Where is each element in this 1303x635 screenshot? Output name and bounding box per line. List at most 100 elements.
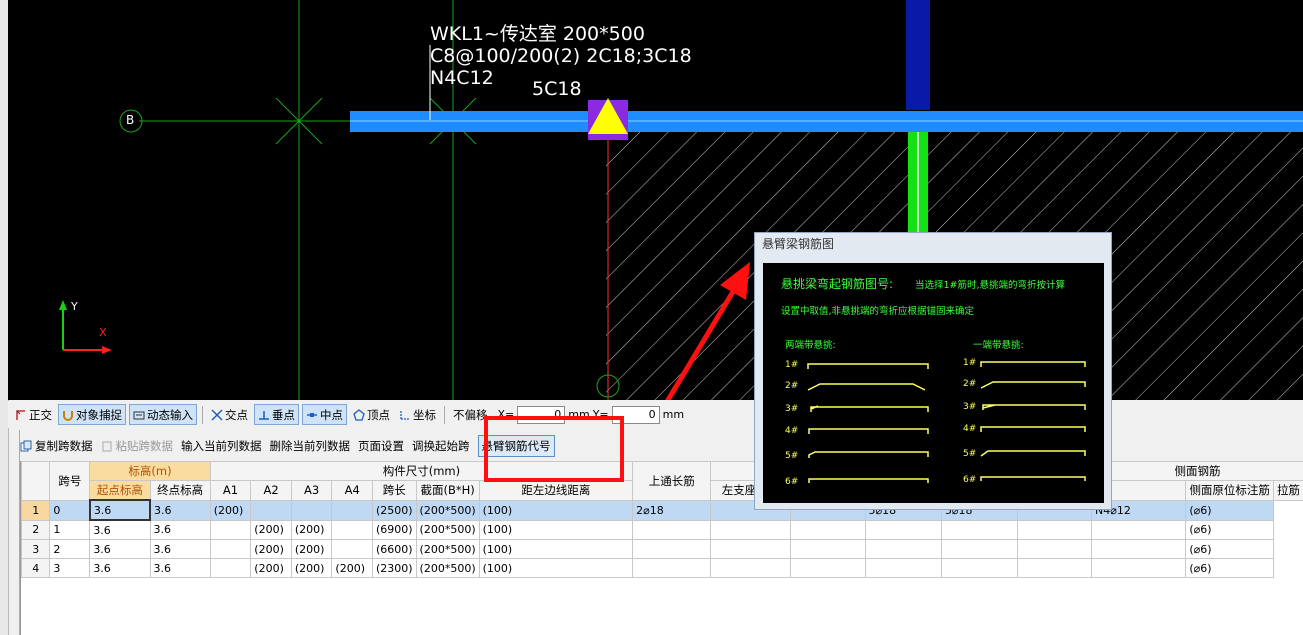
cell-span-length[interactable]: (6900)	[371, 519, 417, 540]
header-side-orig[interactable]: 侧面原位标注筋	[1185, 480, 1274, 501]
copy-span-button[interactable]: 复制跨数据	[20, 436, 93, 456]
ucs-y-arrow	[59, 300, 67, 310]
cell-c1[interactable]	[864, 558, 942, 578]
cell-section[interactable]: (200*500)	[415, 499, 480, 521]
cell-a2[interactable]: (200)	[250, 558, 292, 578]
header-a4[interactable]: A4	[331, 480, 373, 501]
vertex-label: 顶点	[367, 407, 390, 422]
header-section[interactable]: 截面(B*H)	[415, 480, 480, 501]
vertex-button[interactable]: 顶点	[350, 404, 393, 425]
row-number: 2	[20, 519, 51, 540]
header-a2[interactable]: A2	[250, 480, 292, 501]
cell-c1[interactable]	[864, 519, 942, 540]
cell-side-n[interactable]	[1091, 539, 1187, 559]
swap-start-span-button[interactable]: 调换起始跨	[412, 436, 470, 456]
table-row[interactable]: 2 1 3.6 3.6 (200) (200) (6900) (200*500)…	[20, 519, 1303, 540]
midpoint-button[interactable]: 中点	[302, 404, 347, 425]
cell-a4[interactable]	[331, 499, 373, 521]
cell-start-elev[interactable]: 3.6	[88, 499, 152, 521]
cell-kua[interactable]	[789, 558, 866, 578]
coordinate-button[interactable]: 坐标	[396, 404, 439, 425]
rebar-shape-3r	[982, 404, 1086, 410]
cell-c1[interactable]	[864, 539, 942, 559]
cell-c3[interactable]	[1017, 558, 1093, 578]
cell-span-length[interactable]: (2500)	[371, 499, 417, 521]
paste-span-button[interactable]: 粘贴跨数据	[101, 436, 173, 456]
cell-kua[interactable]	[789, 519, 866, 540]
cell-a3[interactable]: (200)	[290, 539, 333, 559]
cell-side-n[interactable]	[1091, 558, 1187, 578]
rebar-shape-4	[808, 428, 929, 434]
cell-span[interactable]: 0	[49, 499, 91, 521]
cell-c3[interactable]	[1017, 519, 1093, 540]
header-start-elev[interactable]: 起点标高	[89, 480, 151, 501]
cell-a2[interactable]: (200)	[250, 519, 292, 540]
cell-section[interactable]: (200*500)	[415, 519, 480, 540]
cell-tie[interactable]: (⌀6)	[1185, 499, 1274, 521]
cell-tie[interactable]: (⌀6)	[1185, 519, 1274, 540]
cell-a1[interactable]	[209, 519, 252, 540]
cell-start-elev[interactable]: 3.6	[89, 519, 151, 540]
cell-a4[interactable]	[331, 539, 373, 559]
cell-dist[interactable]: (100)	[478, 558, 634, 578]
cell-left-seat[interactable]	[710, 558, 791, 578]
cell-end-elev[interactable]: 3.6	[149, 499, 211, 521]
cell-dist[interactable]: (100)	[478, 539, 634, 559]
cell-a3[interactable]: (200)	[290, 519, 333, 540]
cell-dist[interactable]: (100)	[478, 519, 634, 540]
cell-c3[interactable]	[1017, 539, 1093, 559]
cell-span[interactable]: 1	[49, 519, 91, 540]
header-a1[interactable]: A1	[209, 480, 252, 501]
cell-dist[interactable]: (100)	[478, 499, 634, 521]
header-end-elev[interactable]: 终点标高	[149, 480, 211, 501]
cell-a3[interactable]: (200)	[290, 558, 333, 578]
cell-side-n[interactable]	[1091, 519, 1187, 540]
cell-section[interactable]: (200*500)	[415, 539, 480, 559]
cell-a3[interactable]	[290, 499, 333, 521]
header-span-length[interactable]: 跨长	[371, 480, 417, 501]
cell-a1[interactable]	[209, 558, 252, 578]
cell-span-length[interactable]: (2300)	[371, 558, 417, 578]
beam-label-side: N4C12	[430, 67, 494, 89]
cell-left-seat[interactable]	[710, 539, 791, 559]
header-a3[interactable]: A3	[290, 480, 333, 501]
cell-kua[interactable]	[789, 539, 866, 559]
cell-a2[interactable]: (200)	[250, 539, 292, 559]
cell-c2[interactable]	[940, 558, 1019, 578]
cell-end-elev[interactable]: 3.6	[149, 539, 211, 559]
cell-start-elev[interactable]: 3.6	[89, 539, 151, 559]
cell-span[interactable]: 3	[49, 558, 91, 578]
perpendicular-button[interactable]: 垂点	[254, 404, 299, 425]
header-tie[interactable]: 拉筋	[1273, 480, 1303, 501]
header-dist[interactable]: 距左边线距离	[478, 480, 634, 501]
cell-top-through[interactable]: 2⌀18	[632, 499, 712, 521]
cell-left-seat[interactable]	[710, 519, 791, 540]
cell-span-length[interactable]: (6600)	[371, 539, 417, 559]
cell-top-through[interactable]	[632, 539, 712, 559]
cell-a4[interactable]: (200)	[331, 558, 373, 578]
cell-span[interactable]: 2	[49, 539, 91, 559]
intersection-button[interactable]: 交点	[208, 404, 251, 425]
cell-a1[interactable]	[209, 539, 252, 559]
dynamic-input-button[interactable]: 动态输入	[129, 404, 197, 425]
ortho-button[interactable]: 正交	[12, 404, 55, 425]
delete-column-button[interactable]: 删除当前列数据	[270, 436, 351, 456]
cell-a1[interactable]: (200)	[209, 499, 252, 521]
cell-section[interactable]: (200*500)	[415, 558, 480, 578]
cell-tie[interactable]: (⌀6)	[1185, 539, 1274, 559]
input-column-button[interactable]: 输入当前列数据	[181, 436, 262, 456]
cell-tie[interactable]: (⌀6)	[1185, 558, 1274, 578]
cell-top-through[interactable]	[632, 519, 712, 540]
cell-end-elev[interactable]: 3.6	[149, 558, 211, 578]
cell-start-elev[interactable]: 3.6	[89, 558, 151, 578]
cell-c2[interactable]	[940, 519, 1019, 540]
cell-a2[interactable]	[250, 499, 292, 521]
cell-top-through[interactable]	[632, 558, 712, 578]
page-setup-button[interactable]: 页面设置	[358, 436, 404, 456]
table-row[interactable]: 4 3 3.6 3.6 (200) (200) (200) (2300) (20…	[20, 558, 1303, 578]
table-row[interactable]: 3 2 3.6 3.6 (200) (200) (6600) (200*500)…	[20, 539, 1303, 559]
object-snap-button[interactable]: 对象捕捉	[58, 404, 126, 425]
cell-c2[interactable]	[940, 539, 1019, 559]
cell-a4[interactable]	[331, 519, 373, 540]
cell-end-elev[interactable]: 3.6	[149, 519, 211, 540]
